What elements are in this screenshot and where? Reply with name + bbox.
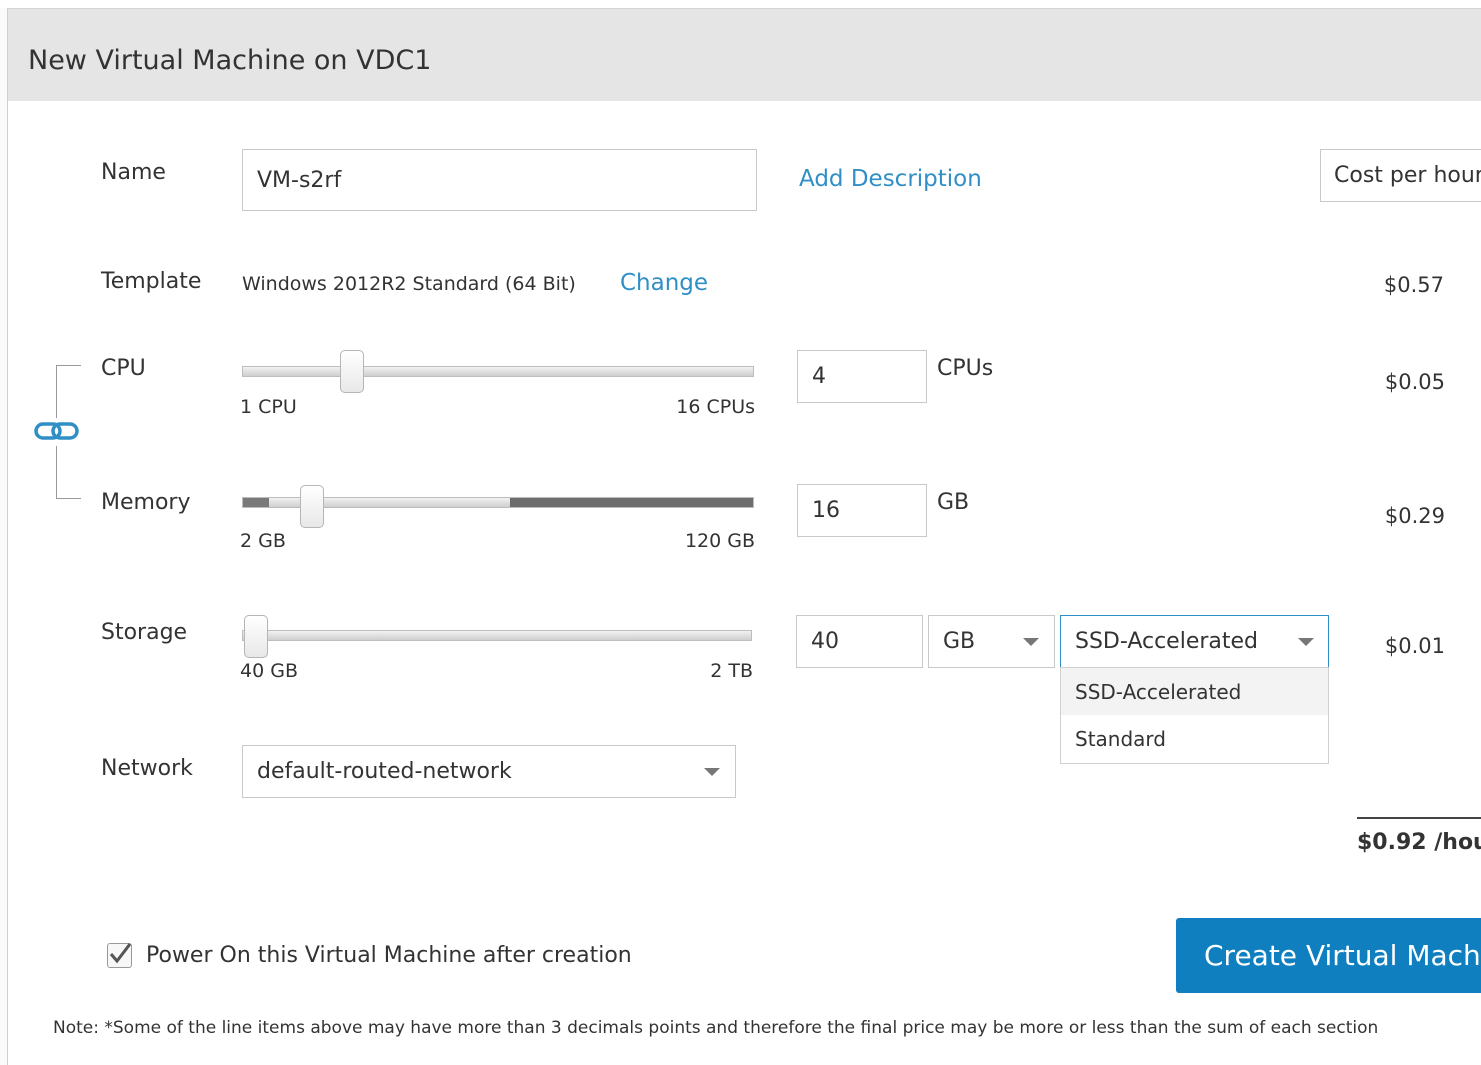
network-select[interactable]: default-routed-network xyxy=(242,745,736,798)
link-icon[interactable] xyxy=(33,418,81,444)
network-label: Network xyxy=(101,756,193,781)
memory-slider-unavailable-range xyxy=(510,498,753,507)
cpu-unit-label: CPUs xyxy=(937,356,994,381)
cost-per-hour-field: Cost per hour xyxy=(1320,149,1481,202)
memory-value: 16 xyxy=(812,498,840,523)
template-value: Windows 2012R2 Standard (64 Bit) xyxy=(242,273,576,295)
storage-type-select[interactable]: SSD-Accelerated xyxy=(1060,615,1329,668)
storage-type-value: SSD-Accelerated xyxy=(1075,629,1259,654)
cpu-price: $0.05 xyxy=(1384,370,1445,394)
network-value: default-routed-network xyxy=(257,759,512,784)
create-vm-button[interactable]: Create Virtual Machine xyxy=(1176,918,1481,993)
cpu-slider-handle[interactable] xyxy=(340,350,364,393)
name-input-value: VM-s2rf xyxy=(257,167,342,193)
checkmark-icon xyxy=(109,943,132,964)
memory-label: Memory xyxy=(101,490,191,515)
memory-slider-handle[interactable] xyxy=(300,485,324,528)
cpu-min-label: 1 CPU xyxy=(240,396,297,418)
chevron-down-icon xyxy=(1023,638,1039,646)
power-on-label: Power On this Virtual Machine after crea… xyxy=(146,943,632,968)
storage-type-option[interactable]: SSD-Accelerated xyxy=(1061,668,1328,715)
cpu-count-input[interactable]: 4 xyxy=(797,350,927,403)
storage-slider-track[interactable] xyxy=(242,630,752,641)
storage-size-value: 40 xyxy=(811,629,839,654)
storage-label: Storage xyxy=(101,620,188,645)
template-change-link[interactable]: Change xyxy=(620,270,708,296)
memory-min-label: 2 GB xyxy=(240,530,286,552)
memory-unit-label: GB xyxy=(937,490,970,515)
storage-unit-value: GB xyxy=(943,629,976,654)
total-cost: $0.92 /hour xyxy=(1357,830,1481,855)
link-bracket-bottom xyxy=(56,446,81,499)
storage-type-dropdown-menu: SSD-Accelerated Standard xyxy=(1060,667,1329,764)
total-divider xyxy=(1357,817,1481,819)
dialog-header: New Virtual Machine on VDC1 xyxy=(8,9,1481,101)
dialog-title: New Virtual Machine on VDC1 xyxy=(28,45,432,76)
add-description-link[interactable]: Add Description xyxy=(799,166,982,192)
storage-unit-select[interactable]: GB xyxy=(928,615,1055,668)
cpu-count-value: 4 xyxy=(812,364,826,389)
storage-slider-handle[interactable] xyxy=(244,615,268,658)
name-label: Name xyxy=(101,160,166,185)
memory-slider-fill xyxy=(243,498,269,507)
create-vm-button-label: Create Virtual Machine xyxy=(1204,939,1481,972)
memory-input[interactable]: 16 xyxy=(797,484,927,537)
top-border xyxy=(0,0,1481,9)
left-border xyxy=(0,8,8,1065)
storage-price: $0.01 xyxy=(1384,634,1445,658)
storage-type-option[interactable]: Standard xyxy=(1061,715,1328,762)
memory-max-label: 120 GB xyxy=(684,530,755,552)
chevron-down-icon xyxy=(1298,638,1314,646)
link-bracket-top xyxy=(56,365,81,418)
cpu-max-label: 16 CPUs xyxy=(676,396,755,418)
template-price: $0.57 xyxy=(1383,273,1444,297)
storage-size-input[interactable]: 40 xyxy=(796,615,923,668)
memory-price: $0.29 xyxy=(1384,504,1445,528)
chevron-down-icon xyxy=(704,768,720,776)
power-on-checkbox[interactable] xyxy=(107,943,132,968)
cpu-slider-track[interactable] xyxy=(242,366,754,377)
name-input[interactable]: VM-s2rf xyxy=(242,149,757,211)
pricing-note: Note: *Some of the line items above may … xyxy=(53,1018,1379,1038)
template-label: Template xyxy=(101,269,202,294)
storage-max-label: 2 TB xyxy=(710,660,753,682)
cpu-label: CPU xyxy=(101,356,146,381)
storage-min-label: 40 GB xyxy=(240,660,298,682)
cost-per-hour-label: Cost per hour xyxy=(1334,163,1481,188)
